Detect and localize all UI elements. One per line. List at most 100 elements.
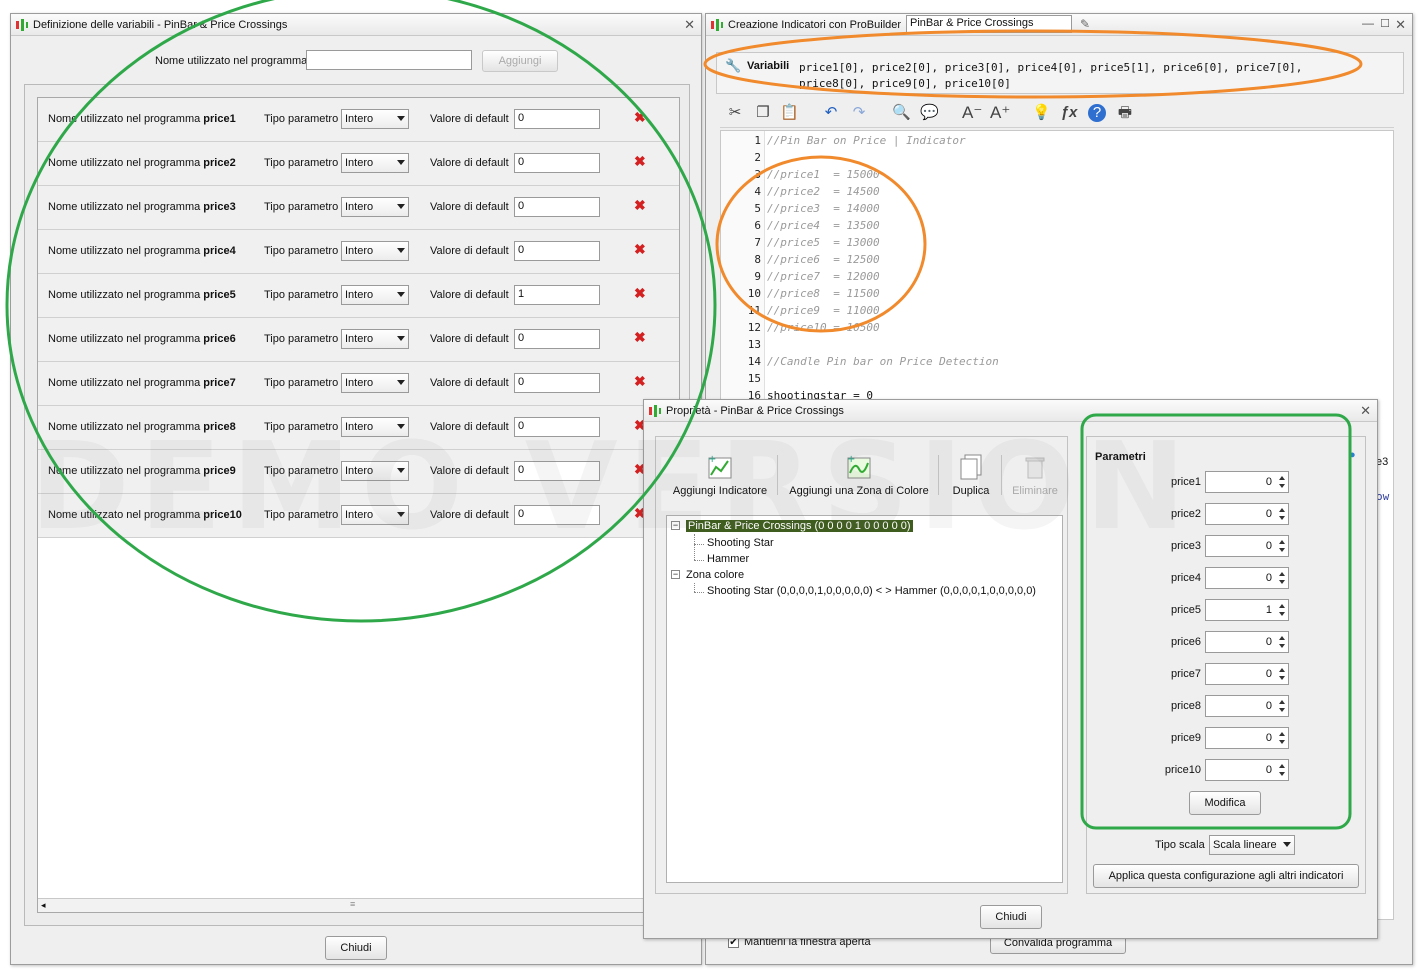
add-color-zone-button[interactable]: + Aggiungi una Zona di Colore: [789, 453, 929, 497]
delete-variable-icon[interactable]: ✖: [634, 241, 646, 258]
code-line[interactable]: //price2 = 14500: [767, 185, 880, 198]
parameter-spinner[interactable]: 0: [1205, 567, 1289, 589]
font-increase-icon[interactable]: A⁺: [990, 104, 1010, 122]
code-line[interactable]: //price4 = 13500: [767, 219, 880, 232]
close-icon[interactable]: ✕: [1360, 403, 1371, 419]
cut-icon[interactable]: ✂: [726, 104, 744, 122]
duplicate-button[interactable]: Duplica: [948, 453, 994, 497]
copy-icon[interactable]: ❐: [754, 104, 772, 122]
spinner-up-icon[interactable]: [1279, 636, 1285, 640]
default-value-input[interactable]: 0: [514, 461, 600, 481]
spinner-up-icon[interactable]: [1279, 668, 1285, 672]
tree-root-color-zone[interactable]: Zona colore: [686, 569, 744, 581]
spinner-down-icon[interactable]: [1279, 740, 1285, 744]
default-value-input[interactable]: 0: [514, 197, 600, 217]
add-indicator-button[interactable]: + Aggiungi Indicatore: [672, 453, 768, 497]
spinner-up-icon[interactable]: [1279, 540, 1285, 544]
default-value-input[interactable]: 0: [514, 109, 600, 129]
code-line[interactable]: //price1 = 15000: [767, 168, 880, 181]
default-value-input[interactable]: 0: [514, 417, 600, 437]
collapse-icon[interactable]: −: [671, 570, 680, 579]
variables-list-line-2[interactable]: price8[0], price9[0], price10[0]: [799, 77, 1011, 90]
spinner-down-icon[interactable]: [1279, 644, 1285, 648]
code-line[interactable]: //price9 = 11000: [767, 304, 880, 317]
pin-icon[interactable]: ●: [1349, 449, 1356, 461]
edit-name-icon[interactable]: ✎: [1080, 17, 1090, 31]
delete-variable-icon[interactable]: ✖: [634, 285, 646, 302]
spinner-up-icon[interactable]: [1279, 572, 1285, 576]
code-line[interactable]: //price7 = 12000: [767, 270, 880, 283]
spinner-up-icon[interactable]: [1279, 732, 1285, 736]
variable-name[interactable]: price6: [203, 333, 235, 345]
default-value-input[interactable]: 0: [514, 153, 600, 173]
variable-name[interactable]: price2: [203, 157, 235, 169]
code-line[interactable]: //price10 = 10500: [767, 321, 880, 334]
parameter-spinner[interactable]: 0: [1205, 503, 1289, 525]
scroll-left-icon[interactable]: ◂: [41, 900, 46, 911]
wrench-icon[interactable]: 🔧: [725, 58, 741, 74]
code-line[interactable]: //price8 = 11500: [767, 287, 880, 300]
parameter-spinner[interactable]: 0: [1205, 663, 1289, 685]
spinner-up-icon[interactable]: [1279, 764, 1285, 768]
delete-variable-icon[interactable]: ✖: [634, 197, 646, 214]
lightbulb-icon[interactable]: 💡: [1032, 104, 1051, 122]
variable-name[interactable]: price1: [203, 113, 235, 125]
maximize-icon[interactable]: ☐: [1380, 17, 1390, 30]
apply-config-button[interactable]: Applica questa configurazione agli altri…: [1093, 864, 1359, 888]
scroll-thumb-grip[interactable]: ≡: [350, 899, 355, 909]
parameter-type-select[interactable]: Intero: [341, 197, 409, 217]
parameter-type-select[interactable]: Intero: [341, 373, 409, 393]
modify-button[interactable]: Modifica: [1189, 791, 1261, 815]
parameter-type-select[interactable]: Intero: [341, 153, 409, 173]
spinner-down-icon[interactable]: [1279, 484, 1285, 488]
variable-name[interactable]: price5: [203, 289, 235, 301]
code-line[interactable]: //price6 = 12500: [767, 253, 880, 266]
parameter-spinner[interactable]: 0: [1205, 535, 1289, 557]
delete-button[interactable]: Eliminare: [1008, 453, 1062, 497]
default-value-input[interactable]: 0: [514, 241, 600, 261]
variable-name[interactable]: price10: [203, 509, 242, 521]
tree-child-hammer[interactable]: Hammer: [707, 553, 749, 565]
close-button[interactable]: Chiudi: [980, 905, 1042, 929]
spinner-down-icon[interactable]: [1279, 676, 1285, 680]
code-line[interactable]: //Candle Pin bar on Price Detection: [767, 355, 999, 368]
variable-name[interactable]: price3: [203, 201, 235, 213]
default-value-input[interactable]: 1: [514, 285, 600, 305]
parameter-type-select[interactable]: Intero: [341, 241, 409, 261]
code-line[interactable]: //Pin Bar on Price | Indicator: [767, 134, 966, 147]
print-icon[interactable]: 🖶: [1116, 104, 1134, 122]
variable-name[interactable]: price7: [203, 377, 235, 389]
tree-child-shooting-star[interactable]: Shooting Star: [707, 537, 774, 549]
paste-icon[interactable]: 📋: [780, 104, 799, 122]
delete-variable-icon[interactable]: ✖: [634, 329, 646, 346]
parameter-spinner[interactable]: 0: [1205, 759, 1289, 781]
parameter-spinner[interactable]: 0: [1205, 631, 1289, 653]
variables-list-line-1[interactable]: price1[0], price2[0], price3[0], price4[…: [799, 61, 1302, 74]
delete-variable-icon[interactable]: ✖: [634, 153, 646, 170]
variable-name[interactable]: price8: [203, 421, 235, 433]
close-icon[interactable]: ✕: [1395, 17, 1406, 33]
tree-root-indicator[interactable]: PinBar & Price Crossings (0 0 0 0 1 0 0 …: [686, 520, 913, 532]
code-line[interactable]: //price5 = 13000: [767, 236, 880, 249]
search-icon[interactable]: 🔍: [892, 104, 911, 122]
spinner-down-icon[interactable]: [1279, 516, 1285, 520]
spinner-down-icon[interactable]: [1279, 580, 1285, 584]
default-value-input[interactable]: 0: [514, 329, 600, 349]
collapse-icon[interactable]: −: [671, 521, 680, 530]
spinner-down-icon[interactable]: [1279, 548, 1285, 552]
font-decrease-icon[interactable]: A⁻: [962, 104, 982, 122]
parameter-spinner[interactable]: 1: [1205, 599, 1289, 621]
parameter-spinner[interactable]: 0: [1205, 695, 1289, 717]
minimize-icon[interactable]: —: [1362, 16, 1374, 30]
variable-name[interactable]: price4: [203, 245, 235, 257]
horizontal-scrollbar[interactable]: ◂ ≡: [38, 898, 679, 912]
default-value-input[interactable]: 0: [514, 373, 600, 393]
parameter-type-select[interactable]: Intero: [341, 285, 409, 305]
spinner-up-icon[interactable]: [1279, 700, 1285, 704]
undo-icon[interactable]: ↶: [822, 104, 840, 122]
indicator-name-field[interactable]: PinBar & Price Crossings: [906, 15, 1072, 33]
parameter-spinner[interactable]: 0: [1205, 727, 1289, 749]
parameter-type-select[interactable]: Intero: [341, 461, 409, 481]
help-icon[interactable]: ?: [1088, 104, 1106, 122]
close-icon[interactable]: ✕: [684, 17, 695, 33]
